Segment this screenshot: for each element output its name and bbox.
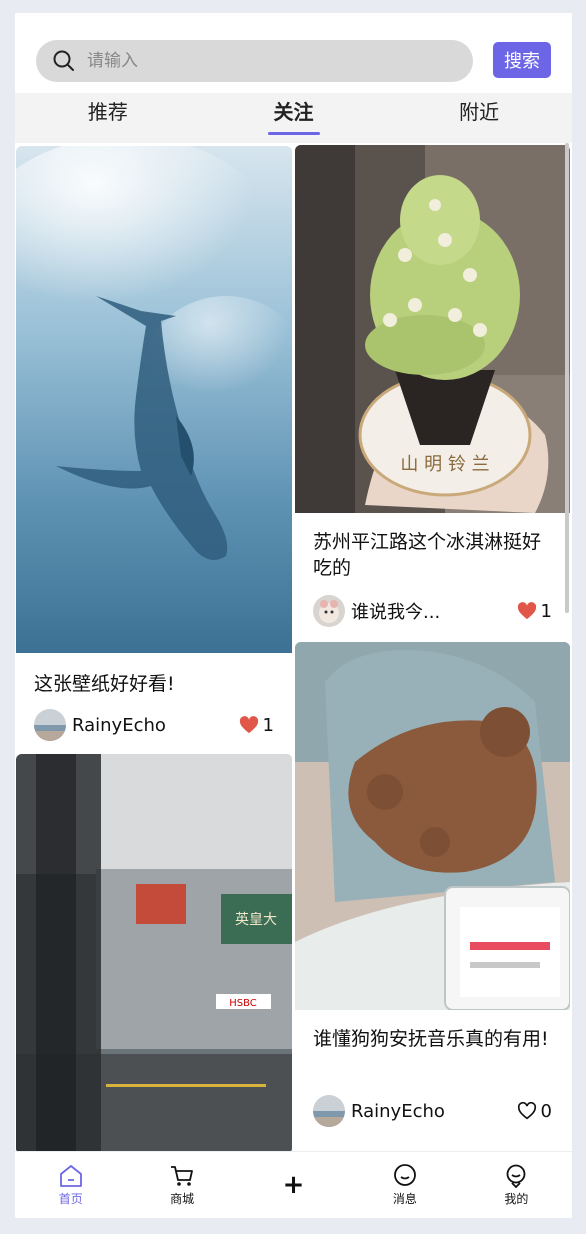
feed-tabs: 推荐 关注 附近	[15, 93, 572, 143]
like-count[interactable]: 0	[517, 1101, 552, 1122]
search-icon	[53, 50, 74, 71]
nav-label: 我的	[504, 1191, 529, 1206]
like-count-value: 1	[262, 714, 274, 736]
home-icon	[59, 1164, 82, 1187]
post-title[interactable]: 这张壁纸好好看!	[16, 671, 292, 697]
heart-filled-icon	[517, 602, 536, 620]
post-image-poodle[interactable]	[295, 642, 570, 1010]
post-image-whale[interactable]	[16, 146, 292, 653]
bottom-nav: 首页 商城 + 消息 我的	[15, 1151, 572, 1218]
post-card[interactable]: 山 明 铃 兰 苏州平江路这个冰淇淋挺好吃的 谁说我今... 1	[295, 145, 570, 637]
tab-recommend[interactable]: 推荐	[15, 93, 201, 143]
svg-text:山 明 铃 兰: 山 明 铃 兰	[400, 454, 489, 475]
nav-label: 首页	[58, 1191, 83, 1206]
heart-outline-icon	[517, 1102, 536, 1120]
search-bar: 搜索	[15, 13, 572, 93]
heart-filled-icon	[239, 716, 258, 734]
tab-nearby[interactable]: 附近	[386, 93, 572, 143]
search-button[interactable]: 搜索	[493, 42, 551, 78]
message-icon	[394, 1163, 416, 1186]
post-meta: RainyEcho 1	[16, 709, 292, 741]
nav-profile[interactable]: 我的	[461, 1152, 572, 1218]
cart-icon	[171, 1165, 194, 1186]
avatar[interactable]	[313, 1095, 345, 1127]
post-title[interactable]: 苏州平江路这个冰淇淋挺好吃的	[295, 529, 570, 581]
plus-icon: +	[282, 1170, 305, 1200]
like-count[interactable]: 1	[517, 601, 552, 622]
nav-home[interactable]: 首页	[15, 1152, 126, 1218]
nav-mall[interactable]: 商城	[126, 1152, 237, 1218]
like-count-value: 1	[540, 600, 552, 622]
author-name[interactable]: 谁说我今...	[351, 598, 440, 624]
profile-icon	[506, 1164, 526, 1188]
post-feed[interactable]: 这张壁纸好好看! RainyEcho 1 山 明 铃 兰 苏州平江路这个冰淇淋挺…	[15, 143, 572, 1151]
author-name[interactable]: RainyEcho	[72, 715, 166, 736]
nav-label: 商城	[170, 1191, 195, 1206]
post-meta: RainyEcho 0	[295, 1095, 570, 1127]
post-card[interactable]: 这张壁纸好好看! RainyEcho 1	[16, 146, 292, 751]
like-count-value: 0	[540, 1100, 552, 1122]
post-meta: 谁说我今... 1	[295, 595, 570, 627]
search-input[interactable]	[87, 51, 407, 71]
like-count[interactable]: 1	[239, 715, 274, 736]
post-image-street[interactable]: 英皇大 HSBC	[16, 754, 292, 1151]
author-name[interactable]: RainyEcho	[351, 1101, 445, 1122]
nav-messages[interactable]: 消息	[349, 1152, 460, 1218]
scrollbar[interactable]	[565, 143, 569, 613]
post-card[interactable]: 谁懂狗狗安抚音乐真的有用! RainyEcho 0	[295, 642, 570, 1151]
post-image-ice-cream[interactable]: 山 明 铃 兰	[295, 145, 570, 513]
nav-label: 消息	[392, 1191, 417, 1206]
tab-following[interactable]: 关注	[201, 93, 387, 143]
svg-text:英皇大: 英皇大	[235, 911, 277, 928]
svg-text:HSBC: HSBC	[229, 998, 257, 1009]
nav-post[interactable]: +	[238, 1152, 349, 1218]
post-card[interactable]: 英皇大 HSBC	[16, 754, 292, 1151]
avatar[interactable]	[313, 595, 345, 627]
search-field[interactable]	[36, 40, 473, 82]
avatar[interactable]	[34, 709, 66, 741]
post-title[interactable]: 谁懂狗狗安抚音乐真的有用!	[295, 1026, 570, 1052]
app-screen: 搜索 推荐 关注 附近	[15, 13, 572, 1218]
